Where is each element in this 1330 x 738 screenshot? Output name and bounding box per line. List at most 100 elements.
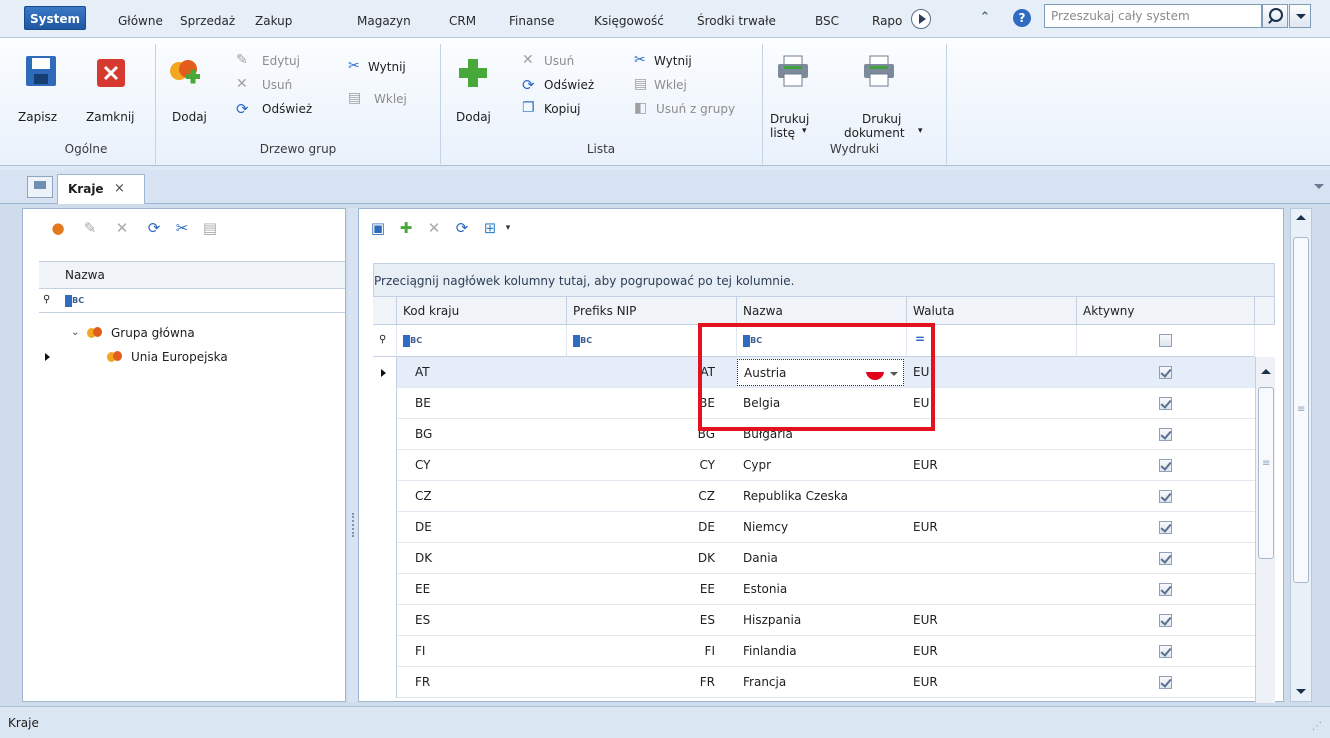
- tree-edit-button[interactable]: ✎ Edytuj: [236, 52, 316, 72]
- panel-splitter[interactable]: [348, 208, 358, 702]
- tab-raporty[interactable]: Rapo: [872, 12, 902, 30]
- table-row[interactable]: FR FR Francja EUR: [373, 667, 1255, 698]
- column-header-nazwa[interactable]: Nazwa: [737, 297, 907, 325]
- cell-nazwa[interactable]: Finlandia: [737, 636, 907, 667]
- cell-prefiks-nip[interactable]: FR: [567, 667, 737, 698]
- table-row[interactable]: ES ES Hiszpania EUR: [373, 605, 1255, 636]
- list-paste-button[interactable]: ▤ Wklej: [634, 76, 714, 96]
- row-indicator[interactable]: [373, 419, 397, 450]
- close-button[interactable]: Zamknij: [86, 46, 142, 132]
- tree-column-header[interactable]: Nazwa: [39, 261, 345, 289]
- refresh-icon[interactable]: ⟳: [145, 219, 163, 237]
- table-row[interactable]: DK DK Dania: [373, 543, 1255, 574]
- cell-waluta[interactable]: EUR: [907, 512, 1077, 543]
- resize-grip-icon[interactable]: ⋰: [1312, 721, 1322, 732]
- cell-prefiks-nip[interactable]: DK: [567, 543, 737, 574]
- print-list-button[interactable]: Drukuj listę ▾: [764, 46, 820, 140]
- row-indicator[interactable]: [373, 605, 397, 636]
- active-checkbox[interactable]: [1159, 490, 1172, 503]
- table-row[interactable]: DE DE Niemcy EUR: [373, 512, 1255, 543]
- scroll-thumb[interactable]: [1293, 237, 1309, 583]
- tree-refresh-button[interactable]: ⟳ Odśwież: [236, 100, 316, 120]
- tab-system[interactable]: System: [24, 6, 86, 30]
- cell-kod-kraju[interactable]: CZ: [397, 481, 567, 512]
- refresh-icon[interactable]: ⟳: [453, 219, 471, 237]
- table-row[interactable]: CY CY Cypr EUR: [373, 450, 1255, 481]
- filter-checkbox[interactable]: [1159, 334, 1172, 347]
- cut-icon[interactable]: ✂: [173, 219, 191, 237]
- scroll-down-icon[interactable]: [1296, 689, 1306, 694]
- edit-icon[interactable]: ✎: [81, 219, 99, 237]
- tree-paste-button[interactable]: ▤ Wklej: [348, 90, 418, 110]
- cell-nazwa[interactable]: Republika Czeska: [737, 481, 907, 512]
- cell-kod-kraju[interactable]: EE: [397, 574, 567, 605]
- tab-glowne[interactable]: Główne: [118, 12, 163, 30]
- close-tab-icon[interactable]: ×: [114, 181, 125, 196]
- window-vertical-scrollbar[interactable]: [1290, 208, 1312, 702]
- grid-vertical-scrollbar[interactable]: [1255, 357, 1275, 703]
- active-checkbox[interactable]: [1159, 552, 1172, 565]
- cell-waluta[interactable]: EUR: [907, 667, 1077, 698]
- cell-nazwa[interactable]: Niemcy: [737, 512, 907, 543]
- row-indicator[interactable]: [373, 388, 397, 419]
- active-checkbox[interactable]: [1159, 676, 1172, 689]
- cell-kod-kraju[interactable]: BG: [397, 419, 567, 450]
- group-by-drop-area[interactable]: Przeciągnij nagłówek kolumny tutaj, aby …: [373, 263, 1275, 297]
- active-checkbox[interactable]: [1159, 397, 1172, 410]
- cell-kod-kraju[interactable]: BE: [397, 388, 567, 419]
- cell-waluta[interactable]: EUR: [907, 450, 1077, 481]
- tab-zakup[interactable]: Zakup: [255, 12, 292, 30]
- cell-nazwa[interactable]: Dania: [737, 543, 907, 574]
- tab-bsc[interactable]: BSC: [815, 12, 839, 30]
- cell-waluta[interactable]: EUR: [907, 605, 1077, 636]
- tab-kraje[interactable]: Kraje ×: [57, 174, 145, 204]
- tree-cut-button[interactable]: ✂ Wytnij: [348, 58, 418, 78]
- tab-magazyn[interactable]: Magazyn: [357, 12, 411, 30]
- cell-kod-kraju[interactable]: AT: [397, 357, 567, 388]
- cell-kod-kraju[interactable]: DK: [397, 543, 567, 574]
- row-indicator[interactable]: [373, 512, 397, 543]
- column-header-aktywny[interactable]: Aktywny: [1077, 297, 1255, 325]
- scroll-up-icon[interactable]: [1261, 369, 1271, 374]
- paste-icon[interactable]: ▤: [201, 219, 219, 237]
- filter-aktywny[interactable]: [1077, 325, 1255, 357]
- tree-filter-row[interactable]: ⚲ ABC: [39, 289, 345, 313]
- collapse-ribbon-icon[interactable]: ⌃: [976, 9, 994, 27]
- remove-from-group-button[interactable]: ◧ Usuń z grupy: [634, 100, 754, 120]
- cell-waluta[interactable]: [907, 574, 1077, 605]
- column-header-prefiks-nip[interactable]: Prefiks NIP: [567, 297, 737, 325]
- cell-waluta[interactable]: [907, 543, 1077, 574]
- active-checkbox[interactable]: [1159, 614, 1172, 627]
- row-indicator[interactable]: [373, 481, 397, 512]
- add-group-icon[interactable]: ●: [49, 219, 67, 237]
- cell-kod-kraju[interactable]: DE: [397, 512, 567, 543]
- tabs-menu-chevron-icon[interactable]: [1314, 184, 1324, 189]
- chevron-down-icon[interactable]: ▾: [499, 219, 517, 237]
- tab-crm[interactable]: CRM: [449, 12, 476, 30]
- tab-srodki-trwale[interactable]: Środki trwałe: [697, 12, 776, 30]
- cell-prefiks-nip[interactable]: DE: [567, 512, 737, 543]
- cell-kod-kraju[interactable]: FI: [397, 636, 567, 667]
- tab-ksiegowosc[interactable]: Księgowość: [594, 12, 664, 30]
- active-checkbox[interactable]: [1159, 645, 1172, 658]
- tree-delete-button[interactable]: ✕ Usuń: [236, 76, 316, 96]
- table-row[interactable]: EE EE Estonia: [373, 574, 1255, 605]
- cell-prefiks-nip[interactable]: EE: [567, 574, 737, 605]
- filter-kod-kraju[interactable]: ABC: [397, 325, 567, 357]
- active-checkbox[interactable]: [1159, 583, 1172, 596]
- column-header-waluta[interactable]: Waluta: [907, 297, 1077, 325]
- row-indicator[interactable]: [373, 450, 397, 481]
- add-icon[interactable]: ✚: [397, 219, 415, 237]
- scroll-up-icon[interactable]: [1296, 215, 1306, 220]
- desktop-icon[interactable]: [27, 176, 53, 198]
- row-indicator[interactable]: [373, 357, 397, 388]
- save-button[interactable]: Zapisz: [18, 46, 64, 132]
- row-indicator[interactable]: [373, 543, 397, 574]
- list-cut-button[interactable]: ✂ Wytnij: [634, 52, 714, 72]
- save-icon[interactable]: ▣: [369, 219, 387, 237]
- chevron-down-icon[interactable]: ⌄: [71, 321, 79, 345]
- table-row[interactable]: CZ CZ Republika Czeska: [373, 481, 1255, 512]
- column-header-kod-kraju[interactable]: Kod kraju: [397, 297, 567, 325]
- cell-prefiks-nip[interactable]: FI: [567, 636, 737, 667]
- list-refresh-button[interactable]: ⟳ Odśwież: [522, 76, 602, 96]
